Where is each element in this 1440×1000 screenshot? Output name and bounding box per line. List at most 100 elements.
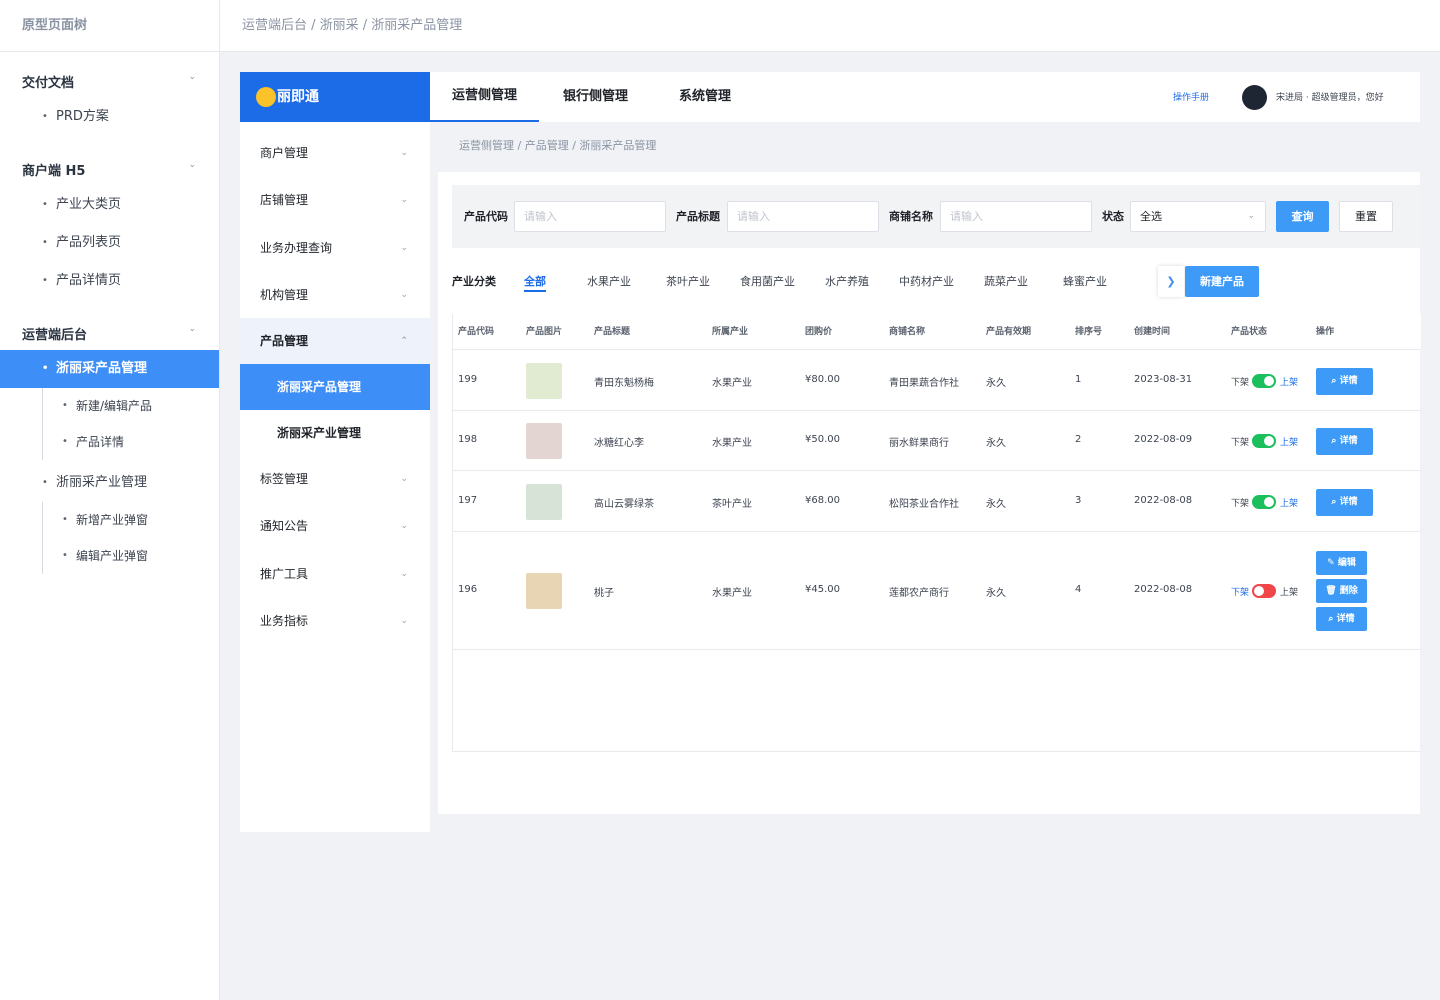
menu-item-shop[interactable]: 店铺管理 ⌄	[240, 177, 430, 224]
content-card: 产品代码 请输入 产品标题 请输入 商铺名称 请输入 状态 全选 ⌄ 查询 重置 …	[438, 172, 1421, 814]
tree-item-edit-industry-dialog[interactable]: • 编辑产业弹窗	[0, 537, 219, 575]
menu-item-business-query[interactable]: 业务办理查询 ⌄	[240, 225, 430, 272]
tab-system-management[interactable]: 系统管理	[679, 72, 731, 122]
th-image: 产品图片	[526, 327, 563, 337]
status-switch[interactable]	[1252, 584, 1276, 598]
cell-created: 2022-08-09	[1134, 434, 1193, 445]
avatar[interactable]	[1242, 85, 1267, 110]
status-off-label: 下架	[1231, 438, 1250, 448]
top-bar: 运营端后台 / 浙丽采 / 浙丽采产品管理	[220, 0, 1440, 52]
menu-item-promotion[interactable]: 推广工具 ⌄	[240, 551, 430, 598]
shop-input[interactable]: 请输入	[940, 201, 1092, 232]
tab-ops-management[interactable]: 运营侧管理	[430, 72, 540, 122]
title-label: 产品标题	[676, 210, 720, 223]
tree-item-industry-category[interactable]: • 产业大类页	[0, 186, 219, 224]
category-aquaculture[interactable]: 水产养殖	[825, 262, 869, 302]
category-vegetable[interactable]: 蔬菜产业	[984, 262, 1028, 302]
cell-shop: 松阳茶业合作社	[889, 499, 959, 510]
table-header: 产品代码 产品图片 产品标题 所属产业 团购价 商铺名称 产品有效期 排序号 创…	[453, 314, 1421, 350]
cell-sort: 2	[1075, 434, 1082, 445]
menu-item-product[interactable]: 产品管理 ⌃	[240, 318, 430, 365]
product-image	[526, 363, 562, 399]
cell-title: 高山云雾绿茶	[594, 499, 654, 510]
cell-code: 197	[458, 495, 478, 506]
table-row: 198 冰糖红心李 水果产业 ¥50.00 丽水鲜果商行 永久 2 2022-08-09 下架 上…	[453, 411, 1421, 471]
tree-item-product-info[interactable]: • 产品详情	[0, 423, 219, 461]
status-switch[interactable]	[1252, 374, 1276, 388]
status-on-label: 上架	[1280, 378, 1299, 388]
menu-item-merchant[interactable]: 商户管理 ⌄	[240, 130, 430, 177]
tree-section-ops-admin[interactable]: 运营端后台 ⌄	[22, 324, 202, 343]
status-switch[interactable]	[1252, 495, 1276, 509]
cell-sort: 3	[1075, 495, 1082, 506]
menu-item-metrics[interactable]: 业务指标 ⌄	[240, 598, 430, 645]
status-on-label: 上架	[1280, 438, 1299, 448]
chevron-down-icon: ⌄	[400, 474, 408, 484]
tree-section-delivery[interactable]: 交付文档 ⌄	[22, 72, 202, 91]
th-status: 产品状态	[1231, 327, 1268, 337]
cell-shop: 莲都农产商行	[889, 588, 949, 599]
tree-item-product-mgmt[interactable]: • 浙丽采产品管理	[0, 350, 219, 388]
category-herbal[interactable]: 中药材产业	[899, 262, 954, 302]
tree-item-industry-mgmt[interactable]: • 浙丽采产业管理	[0, 464, 219, 502]
category-all[interactable]: 全部	[524, 262, 546, 302]
cell-title: 桃子	[594, 588, 614, 599]
title-input[interactable]: 请输入	[727, 201, 879, 232]
status-switch[interactable]	[1252, 434, 1276, 448]
switch-knob	[1264, 436, 1274, 446]
table-row: 196 桃子 水果产业 ¥45.00 莲都农产商行 永久 4 2022-08-08 下架 上架 ✎ …	[453, 532, 1421, 650]
menu-item-institution[interactable]: 机构管理 ⌄	[240, 272, 430, 319]
status-off-label: 下架	[1231, 499, 1250, 509]
category-fruit[interactable]: 水果产业	[587, 262, 631, 302]
chevron-right-icon[interactable]: ❯	[1158, 266, 1184, 297]
delete-button[interactable]: 🗑 删除	[1316, 579, 1367, 603]
detail-button[interactable]: ⌕ 详情	[1316, 368, 1373, 395]
switch-knob	[1254, 586, 1264, 596]
cell-created: 2023-08-31	[1134, 374, 1193, 385]
tree-section-merchant-h5[interactable]: 商户端 H5 ⌄	[22, 160, 202, 179]
tree-item-create-edit-product[interactable]: • 新建/编辑产品	[0, 387, 219, 425]
product-image	[526, 573, 562, 609]
th-price: 团购价	[805, 327, 833, 337]
tree-item-product-detail[interactable]: • 产品详情页	[0, 262, 219, 300]
user-greeting: 宋进局 · 超级管理员，您好	[1276, 93, 1384, 103]
app-header: 运营侧管理 银行侧管理 系统管理 操作手册 宋进局 · 超级管理员，您好	[430, 72, 1420, 122]
query-button[interactable]: 查询	[1276, 201, 1329, 232]
cell-price: ¥45.00	[805, 584, 840, 595]
table-row: 199 青田东魁杨梅 水果产业 ¥80.00 青田果蔬合作社 永久 1 2023-08-31 下…	[453, 350, 1421, 411]
menu-item-tags[interactable]: 标签管理 ⌄	[240, 456, 430, 503]
product-table: 产品代码 产品图片 产品标题 所属产业 团购价 商铺名称 产品有效期 排序号 创…	[452, 314, 1421, 752]
cell-validity: 永久	[986, 588, 1006, 599]
category-tea[interactable]: 茶叶产业	[666, 262, 710, 302]
cell-title: 冰糖红心李	[594, 438, 644, 449]
detail-button[interactable]: ⌕ 详情	[1316, 428, 1373, 455]
tree-item-add-industry-dialog[interactable]: • 新增产业弹窗	[0, 501, 219, 539]
menu-item-notice[interactable]: 通知公告 ⌄	[240, 503, 430, 550]
detail-button[interactable]: ⌕ 详情	[1316, 489, 1373, 516]
chevron-down-icon: ⌄	[188, 324, 196, 334]
tree-item-prd[interactable]: • PRD方案	[0, 98, 219, 136]
manual-link[interactable]: 操作手册	[1173, 72, 1209, 124]
submenu-industry-mgmt[interactable]: 浙丽采产业管理	[240, 410, 430, 456]
cell-validity: 永久	[986, 378, 1006, 389]
chevron-down-icon: ⌄	[400, 616, 408, 626]
tree-item-product-list[interactable]: • 产品列表页	[0, 224, 219, 262]
category-honey[interactable]: 蜂蜜产业	[1063, 262, 1107, 302]
side-menu: 商户管理 ⌄ 店铺管理 ⌄ 业务办理查询 ⌄ 机构管理 ⌄ 产品管理 ⌃ 浙丽采产品管理 …	[240, 122, 430, 832]
cell-validity: 永久	[986, 438, 1006, 449]
submenu-product-mgmt[interactable]: 浙丽采产品管理	[240, 364, 430, 410]
category-mushroom[interactable]: 食用菌产业	[740, 262, 795, 302]
status-select[interactable]: 全选 ⌄	[1130, 201, 1266, 232]
cell-industry: 水果产业	[712, 378, 752, 389]
switch-knob	[1264, 497, 1274, 507]
tab-bank-management[interactable]: 银行侧管理	[563, 72, 628, 122]
detail-button[interactable]: ⌕ 详情	[1316, 607, 1367, 631]
code-input[interactable]: 请输入	[514, 201, 666, 232]
reset-button[interactable]: 重置	[1339, 201, 1393, 232]
cell-code: 196	[458, 584, 478, 595]
app-logo[interactable]: 丽即通	[240, 72, 430, 122]
new-product-button[interactable]: 新建产品	[1185, 266, 1259, 297]
cell-title: 青田东魁杨梅	[594, 378, 654, 389]
th-shop: 商铺名称	[889, 327, 926, 337]
edit-button[interactable]: ✎ 编辑	[1316, 551, 1367, 575]
